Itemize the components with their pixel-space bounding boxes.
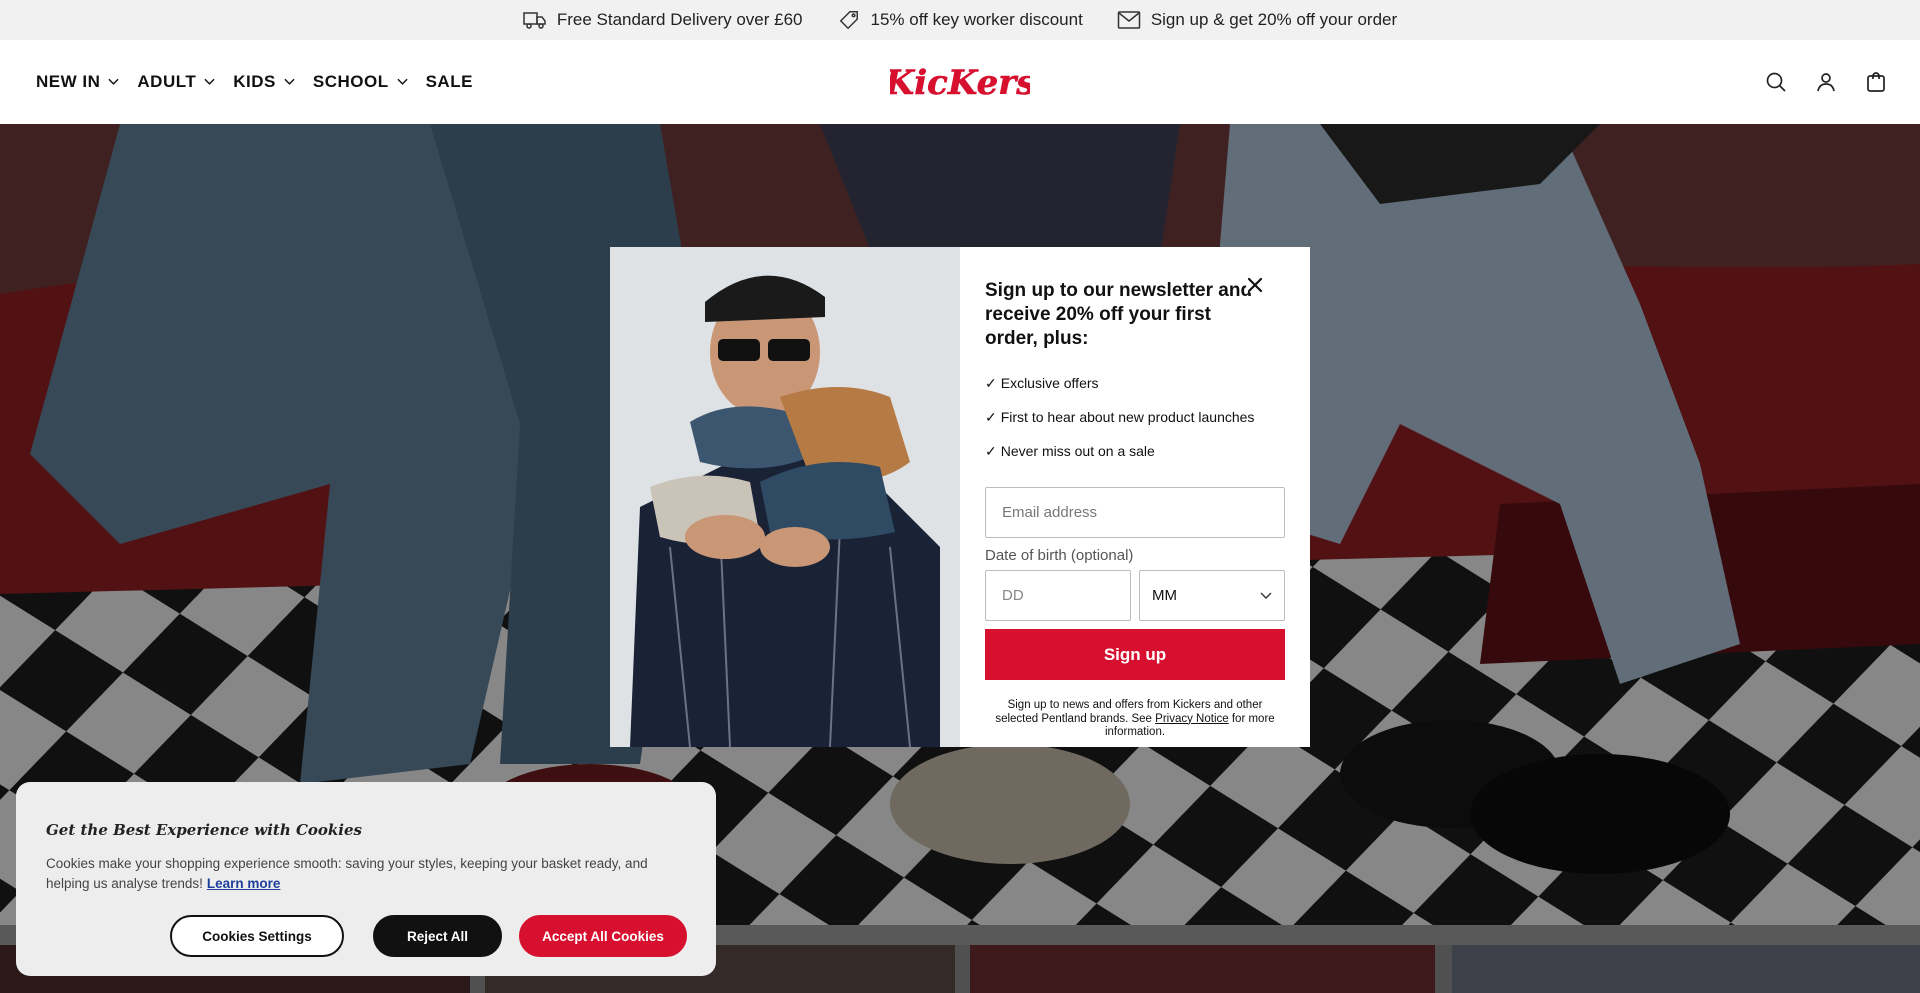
modal-photo bbox=[610, 247, 960, 747]
chevron-down-icon bbox=[108, 78, 119, 85]
kickers-logo[interactable]: KicKers bbox=[890, 58, 1030, 106]
reject-all-button[interactable]: Reject All bbox=[373, 915, 502, 957]
cookie-banner: Get the Best Experience with Cookies Coo… bbox=[16, 782, 716, 976]
main-nav: NEW IN ADULT KIDS SCHOOL SALE bbox=[36, 40, 473, 124]
account-icon[interactable] bbox=[1814, 70, 1838, 94]
list-item: ✓ Never miss out on a sale bbox=[985, 443, 1155, 459]
model-holding-boots-image bbox=[610, 247, 960, 747]
nav-item-kids[interactable]: KIDS bbox=[233, 72, 295, 92]
checkmark-icon: ✓ bbox=[985, 409, 997, 425]
mail-icon bbox=[1117, 11, 1141, 29]
announcement-text: Sign up & get 20% off your order bbox=[1150, 10, 1398, 29]
cookie-description: Cookies make your shopping experience sm… bbox=[46, 856, 648, 891]
accept-all-button[interactable]: Accept All Cookies bbox=[519, 915, 687, 957]
chevron-down-icon bbox=[396, 78, 408, 85]
nav-item-new-in[interactable]: NEW IN bbox=[36, 72, 119, 92]
newsletter-modal: Sign up to our newsletter and receive 20… bbox=[610, 247, 1310, 747]
modal-content: Sign up to our newsletter and receive 20… bbox=[960, 247, 1310, 747]
list-item: ✓ Exclusive offers bbox=[985, 375, 1099, 391]
cookie-settings-button[interactable]: Cookies Settings bbox=[170, 915, 344, 957]
signup-button[interactable]: Sign up bbox=[985, 629, 1285, 680]
announcement-delivery[interactable]: Free Standard Delivery over £60 bbox=[523, 9, 803, 31]
list-item: ✓ First to hear about new product launch… bbox=[985, 409, 1255, 425]
search-icon[interactable] bbox=[1764, 70, 1788, 94]
chevron-down-icon bbox=[204, 78, 215, 85]
svg-text:KicKers: KicKers bbox=[890, 63, 1030, 103]
nav-item-school[interactable]: SCHOOL bbox=[313, 72, 408, 92]
checkmark-icon: ✓ bbox=[985, 443, 997, 459]
announcement-text: Free Standard Delivery over £60 bbox=[556, 10, 803, 29]
header-actions bbox=[1764, 40, 1888, 124]
chevron-down-icon bbox=[1260, 592, 1272, 599]
chevron-down-icon bbox=[284, 78, 295, 85]
nav-item-adult[interactable]: ADULT bbox=[137, 72, 215, 92]
benefits-list: ✓ Exclusive offers ✓ First to hear about… bbox=[985, 375, 1285, 477]
announcement-text: 15% off key worker discount bbox=[870, 10, 1083, 29]
announcement-discount[interactable]: 15% off key worker discount bbox=[837, 9, 1083, 31]
email-field[interactable] bbox=[985, 487, 1285, 538]
site-header: NEW IN ADULT KIDS SCHOOL SALE KicKers bbox=[0, 40, 1920, 124]
checkmark-icon: ✓ bbox=[985, 375, 997, 391]
nav-item-sale[interactable]: SALE bbox=[426, 72, 473, 92]
announcement-signup[interactable]: Sign up & get 20% off your order bbox=[1117, 9, 1397, 31]
dob-day-field[interactable] bbox=[985, 570, 1131, 621]
truck-icon bbox=[523, 12, 546, 29]
dob-label: Date of birth (optional) bbox=[985, 547, 1134, 564]
dob-month-select[interactable]: MM bbox=[1139, 570, 1285, 621]
privacy-notice-link[interactable]: Privacy Notice bbox=[1155, 713, 1229, 725]
cookie-title: Get the Best Experience with Cookies bbox=[46, 821, 362, 839]
bag-icon[interactable] bbox=[1864, 70, 1888, 94]
close-icon[interactable] bbox=[1245, 275, 1265, 295]
privacy-disclaimer: Sign up to news and offers from Kickers … bbox=[995, 699, 1275, 738]
learn-more-link[interactable]: Learn more bbox=[207, 876, 281, 891]
announcement-bar: Free Standard Delivery over £60 15% off … bbox=[0, 0, 1920, 40]
modal-heading: Sign up to our newsletter and receive 20… bbox=[985, 280, 1253, 349]
tag-icon bbox=[839, 11, 858, 30]
